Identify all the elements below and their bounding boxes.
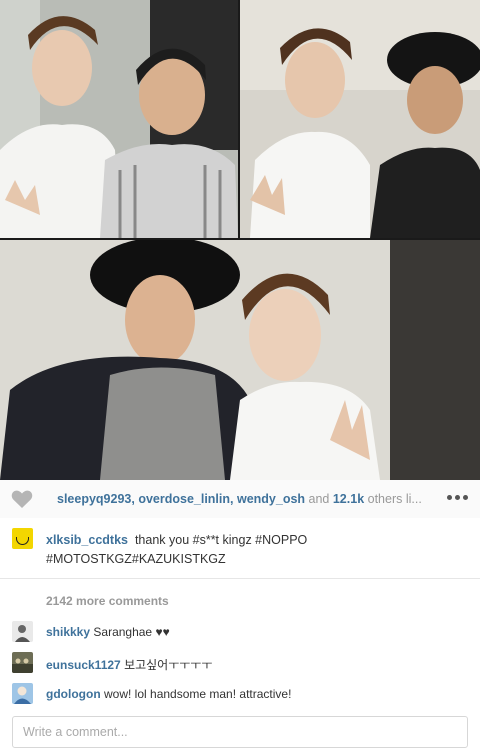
photo-panel-top-left [0, 0, 238, 238]
liker-username[interactable]: wendy_osh [237, 492, 305, 506]
comment-username[interactable]: gdologon [46, 687, 101, 701]
more-comments-link[interactable]: 2142 more comments [46, 594, 169, 608]
likes-summary: sleepyq9293, overdose_linlin, wendy_osh … [57, 492, 437, 506]
liker-username[interactable]: overdose_linlin [138, 492, 230, 506]
likes-count[interactable]: 12.1k [333, 492, 364, 506]
avatar[interactable] [12, 683, 33, 704]
comment-item: gdologon wow! lol handsome man! attracti… [0, 683, 480, 705]
liker-username[interactable]: sleepyq9293 [57, 492, 131, 506]
comment-item: eunsuck1127 보고싶어ㅜㅜㅜㅜ [0, 652, 480, 674]
likes-bar: sleepyq9293, overdose_linlin, wendy_osh … [0, 480, 480, 519]
comment-text: wow! lol handsome man! attractive! [104, 687, 292, 701]
and-text: and [305, 492, 333, 506]
post-caption: xlksib_ccdtks thank you #s**t kingz #NOP… [0, 518, 480, 579]
photo-panel-bottom [0, 240, 480, 480]
heart-icon[interactable] [10, 487, 34, 511]
avatar[interactable] [12, 652, 33, 673]
comment-text: 보고싶어ㅜㅜㅜㅜ [124, 658, 213, 672]
post-photo[interactable] [0, 0, 480, 480]
caption-username[interactable]: xlksib_ccdtks [46, 533, 128, 547]
comment-text: Saranghae ♥♥ [93, 625, 170, 639]
others-text: others li... [364, 492, 422, 506]
avatar[interactable] [12, 621, 33, 642]
comment-username[interactable]: eunsuck1127 [46, 658, 121, 672]
comment-username[interactable]: shikkky [46, 625, 90, 639]
avatar[interactable] [12, 528, 33, 549]
comment-input-box [12, 716, 468, 748]
comment-input[interactable] [21, 717, 455, 747]
ellipsis-icon[interactable] [447, 495, 468, 500]
photo-panel-top-right [240, 0, 480, 238]
comment-item: shikkky Saranghae ♥♥ [0, 621, 480, 643]
separator: , [230, 492, 237, 506]
